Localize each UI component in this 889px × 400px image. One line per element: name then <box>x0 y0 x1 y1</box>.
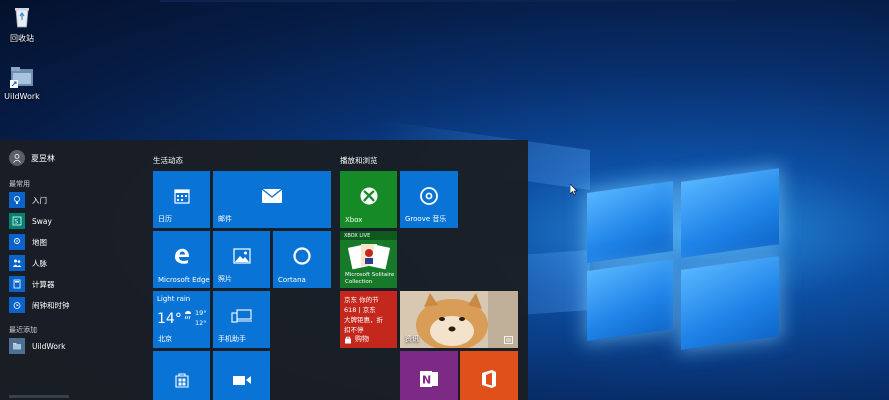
app-label: 入门 <box>32 195 47 205</box>
desktop-icon-label: 回收站 <box>10 34 34 43</box>
photos-icon <box>232 248 251 264</box>
video-camera-icon <box>232 376 251 386</box>
app-item-alarms-clock[interactable]: 闹钟和时钟 <box>9 296 70 314</box>
tile-movies-tv[interactable] <box>213 351 270 400</box>
group-heading-play: 播放和浏览 <box>340 156 378 165</box>
scroll-hint <box>9 395 69 398</box>
xbox-icon <box>360 187 377 205</box>
desktop-icon-label: UildWork <box>4 92 40 101</box>
office-icon <box>482 370 496 389</box>
user-account[interactable]: 夏昱林 <box>9 150 55 166</box>
group-heading-life: 生活动态 <box>153 156 183 165</box>
recently-added-heading: 最近添加 <box>9 326 37 334</box>
app-label: 人脉 <box>32 258 47 268</box>
most-used-heading: 最常用 <box>9 180 30 188</box>
cortana-icon <box>293 247 311 265</box>
app-label: Sway <box>32 216 52 226</box>
people-icon <box>9 255 25 271</box>
app-item-uildwork[interactable]: UildWork <box>9 337 65 355</box>
tile-store[interactable] <box>153 351 210 400</box>
start-menu: 夏昱林 最常用 入门 S Sway 地图 人脉 计算器 闹钟和时钟 最近添加 U… <box>0 140 528 400</box>
tile-label: Xbox <box>345 216 363 224</box>
promo-line: 大牌钜惠，折 <box>344 316 383 324</box>
groove-music-icon <box>420 187 438 205</box>
tile-label: Groove 音乐 <box>405 215 447 223</box>
playing-cards-icon <box>348 244 390 270</box>
tile-groove-music[interactable]: Groove 音乐 <box>400 171 458 228</box>
app-label: UildWork <box>32 341 66 351</box>
tile-onenote[interactable]: N <box>400 351 458 400</box>
tile-mail[interactable]: 邮件 <box>213 171 331 228</box>
weather-temperature: 14° <box>157 311 182 327</box>
onenote-icon: N <box>420 371 438 388</box>
window-edge <box>160 0 735 2</box>
alarm-clock-icon <box>9 297 25 313</box>
tile-xbox[interactable]: Xbox <box>340 171 397 228</box>
folder-icon <box>9 338 25 354</box>
tile-label: 照片 <box>218 275 232 283</box>
svg-text:S: S <box>14 219 18 226</box>
mouse-cursor-icon <box>570 184 578 196</box>
user-name: 夏昱林 <box>31 153 55 163</box>
tile-microsoft-edge[interactable]: Microsoft Edge <box>153 231 210 288</box>
desktop-icon-uildwork[interactable]: UildWork <box>0 65 44 101</box>
app-item-get-started[interactable]: 入门 <box>9 191 47 209</box>
promo-line: 京东 你的节 <box>344 296 379 304</box>
weather-low: 12° <box>195 319 207 327</box>
phone-laptop-icon <box>230 309 252 323</box>
calendar-icon <box>173 189 190 204</box>
tile-label: 手机助手 <box>218 335 246 343</box>
app-label: 地图 <box>32 237 47 247</box>
tile-news[interactable]: 资讯 <box>400 291 518 348</box>
tile-label: 邮件 <box>218 215 232 223</box>
news-icon <box>504 336 513 344</box>
tile-photos[interactable]: 照片 <box>213 231 270 288</box>
sway-icon: S <box>9 213 25 229</box>
tile-label: 资讯 <box>405 335 419 343</box>
mail-icon <box>261 188 283 204</box>
tile-cortana[interactable]: Cortana <box>273 231 331 288</box>
tile-office[interactable] <box>460 351 518 400</box>
tile-calendar[interactable]: 日历 <box>153 171 210 228</box>
desktop-icon-recycle-bin[interactable]: 回收站 <box>0 4 44 44</box>
edge-icon <box>174 248 189 264</box>
weather-condition: Light rain <box>157 295 191 303</box>
tile-label: Microsoft Solitaire Collection <box>345 272 395 285</box>
tile-label: 北京 <box>158 335 172 343</box>
start-menu-app-list: 夏昱林 最常用 入门 S Sway 地图 人脉 计算器 闹钟和时钟 最近添加 U… <box>0 140 145 400</box>
user-avatar-icon <box>9 150 25 166</box>
tile-shopping-promo[interactable]: 京东 你的节 618 | 京东 大牌钜惠，折 扣不停 购物 <box>340 291 397 348</box>
tile-label: 日历 <box>158 215 172 223</box>
app-item-calculator[interactable]: 计算器 <box>9 275 55 293</box>
tile-label: 购物 <box>355 335 369 343</box>
calculator-icon <box>9 276 25 292</box>
svg-text:N: N <box>422 374 431 387</box>
folder-shortcut-icon <box>10 67 33 88</box>
store-bag-icon <box>174 373 189 388</box>
shopping-bag-icon <box>345 336 351 344</box>
tile-weather[interactable]: Light rain 14° 19° 12° 北京 <box>153 291 210 348</box>
rain-cloud-icon <box>184 311 191 320</box>
app-label: 计算器 <box>32 279 55 289</box>
app-item-sway[interactable]: S Sway <box>9 212 52 230</box>
promo-line: 618 | 京东 <box>344 306 376 314</box>
tile-label: Microsoft Edge <box>158 276 210 284</box>
app-item-maps[interactable]: 地图 <box>9 233 47 251</box>
tile-solitaire[interactable]: XBOX LIVE Microsoft Solitaire Collection <box>340 231 397 288</box>
app-item-people[interactable]: 人脉 <box>9 254 47 272</box>
lightbulb-icon <box>9 192 25 208</box>
map-pin-icon <box>9 234 25 250</box>
tile-label: Cortana <box>278 276 306 284</box>
app-label: 闹钟和时钟 <box>32 300 70 310</box>
tile-phone-companion[interactable]: 手机助手 <box>213 291 270 348</box>
weather-high: 19° <box>195 309 207 317</box>
xbox-live-banner: XBOX LIVE <box>340 231 397 240</box>
recycle-bin-icon <box>15 8 29 28</box>
